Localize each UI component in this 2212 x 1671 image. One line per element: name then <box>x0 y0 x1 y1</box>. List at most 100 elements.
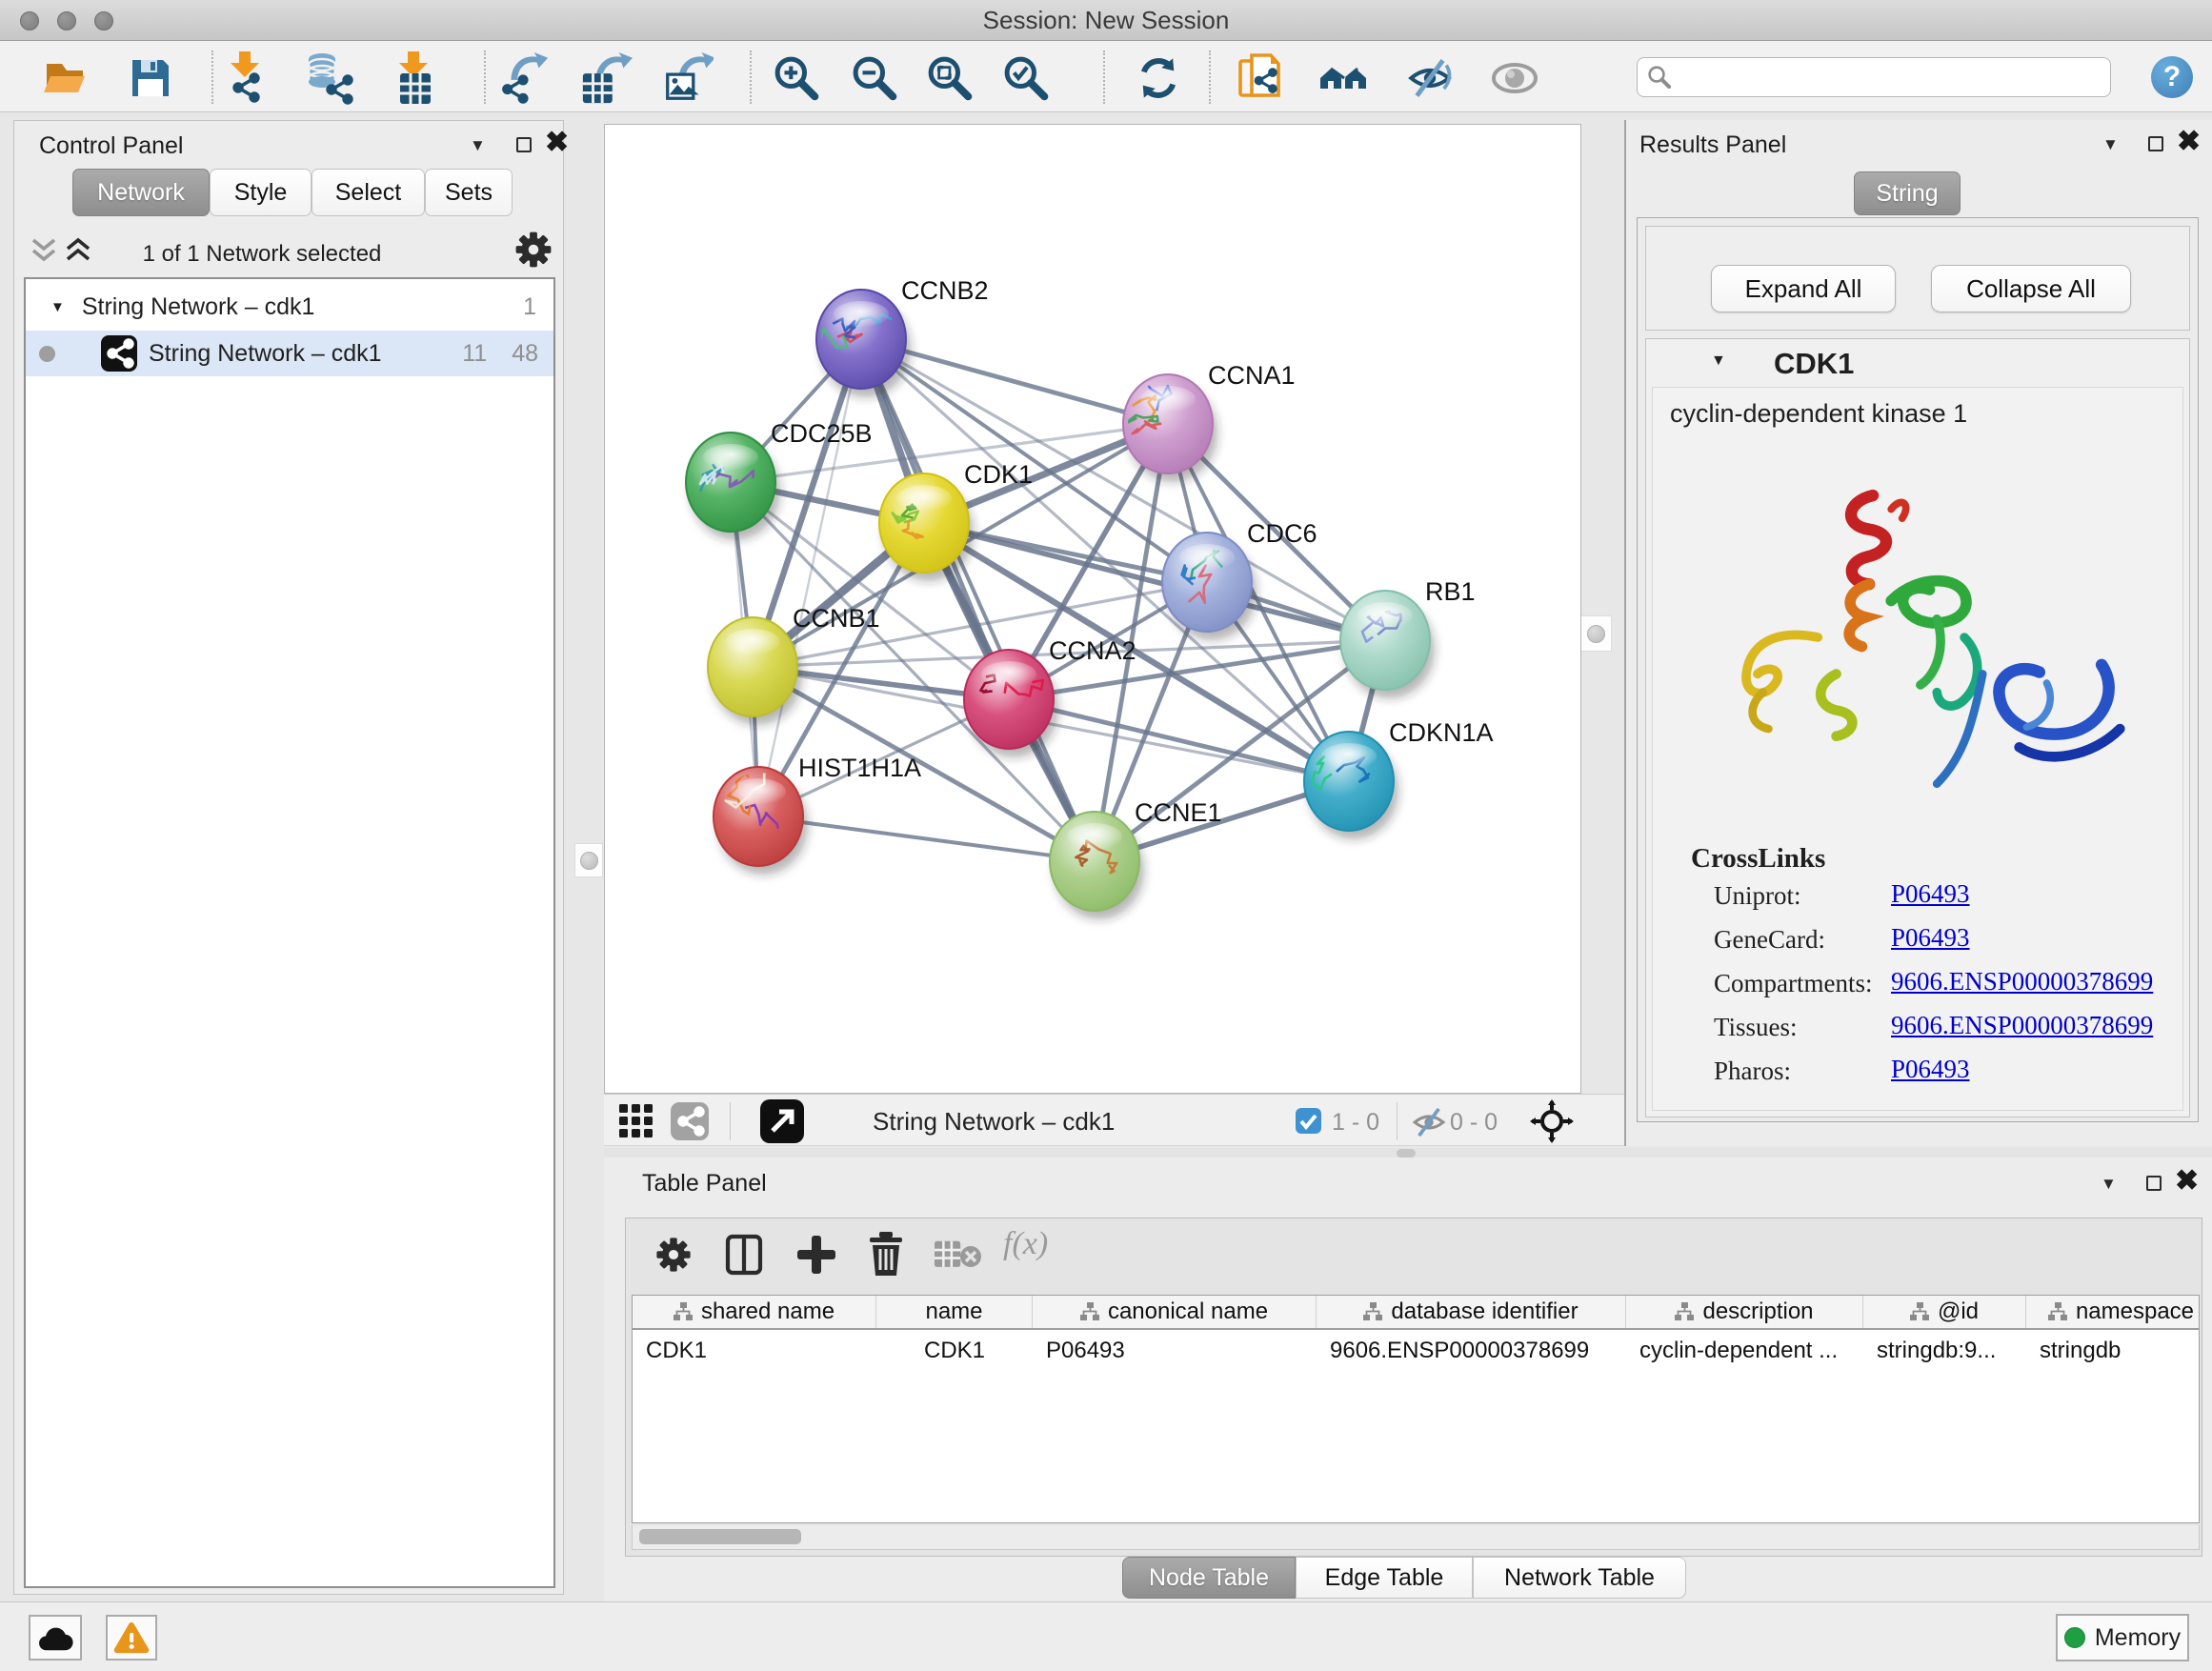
zoom-selected-button[interactable] <box>999 51 1053 105</box>
clone-network-button[interactable] <box>1235 51 1288 105</box>
help-button[interactable]: ? <box>2151 56 2193 98</box>
protein-structure-image[interactable] <box>1662 447 2175 828</box>
tab-edge-table[interactable]: Edge Table <box>1296 1557 1473 1599</box>
export-network-button[interactable] <box>498 51 552 105</box>
crosslink-tissues-link[interactable]: 9606.ENSP00000378699 <box>1891 1011 2153 1040</box>
results-panel-menu-arrow-icon[interactable]: ▼ <box>2102 135 2119 154</box>
results-panel-close-button[interactable]: ✖ <box>2177 131 2201 152</box>
zoom-out-button[interactable] <box>848 51 901 105</box>
collection-expand-arrow-icon[interactable]: ▼ <box>50 299 65 315</box>
table-options-gear-icon[interactable] <box>654 1236 693 1274</box>
network-collection-row[interactable]: ▼ String Network – cdk1 1 <box>26 285 553 329</box>
crosslink-compartments-link[interactable]: 9606.ENSP00000378699 <box>1891 967 2153 997</box>
tab-select[interactable]: Select <box>312 169 425 216</box>
expand-all-button[interactable]: Expand All <box>1711 265 1896 312</box>
birds-eye-view-button[interactable] <box>1530 1099 1574 1143</box>
open-session-button[interactable] <box>38 51 91 105</box>
close-traffic-light[interactable] <box>20 11 39 30</box>
export-table-button[interactable] <box>579 51 633 105</box>
control-panel-float-button[interactable] <box>516 137 532 152</box>
left-splitter-handle[interactable] <box>574 843 603 877</box>
search-field[interactable] <box>1637 57 2111 97</box>
table-cell[interactable]: P06493 <box>1033 1332 1317 1370</box>
minimize-traffic-light[interactable] <box>57 11 76 30</box>
table-panel-menu-arrow-icon[interactable]: ▼ <box>2101 1175 2117 1194</box>
column-header-description[interactable]: description <box>1626 1296 1863 1328</box>
network-edge[interactable] <box>758 816 1095 861</box>
export-image-button[interactable] <box>660 51 714 105</box>
control-panel-menu-arrow-icon[interactable]: ▼ <box>470 136 486 155</box>
network-node-cdkn1a[interactable] <box>1304 732 1398 839</box>
cloud-status-button[interactable] <box>29 1615 82 1661</box>
tab-sets[interactable]: Sets <box>425 169 513 216</box>
network-options-gear-icon[interactable] <box>513 230 553 270</box>
zoom-in-button[interactable] <box>770 51 823 105</box>
first-neighbors-button[interactable] <box>1318 51 1372 105</box>
add-column-button[interactable] <box>795 1234 837 1276</box>
crosslink-uniprot-link[interactable]: P06493 <box>1891 879 1970 909</box>
network-node-cdc25b[interactable] <box>686 433 780 540</box>
column-header-namespace[interactable]: namespace <box>2026 1296 2212 1328</box>
delete-column-button[interactable] <box>866 1232 906 1278</box>
tab-style[interactable]: Style <box>210 169 312 216</box>
right-splitter-handle[interactable] <box>1579 615 1612 652</box>
crosslink-pharos-link[interactable]: P06493 <box>1891 1055 1970 1084</box>
collapse-all-button[interactable]: Collapse All <box>1931 265 2131 312</box>
zoom-traffic-light[interactable] <box>94 11 113 30</box>
selected-nodes-checkbox-icon[interactable] <box>1296 1108 1321 1134</box>
scrollbar-thumb[interactable] <box>639 1529 801 1544</box>
tab-string[interactable]: String <box>1854 171 1961 215</box>
protein-expand-arrow-icon[interactable]: ▼ <box>1711 352 1726 370</box>
horizontal-splitter-handle[interactable] <box>1397 1149 1416 1158</box>
table-horizontal-scrollbar[interactable] <box>632 1525 2200 1550</box>
tab-network[interactable]: Network <box>72 169 210 216</box>
table-cell[interactable]: stringdb <box>2026 1332 2212 1370</box>
crosslink-genecard-link[interactable]: P06493 <box>1891 923 1970 953</box>
network-node-rb1[interactable] <box>1340 591 1435 698</box>
network-node-ccne1[interactable] <box>1050 812 1144 919</box>
table-cell[interactable]: cyclin-dependent ... <box>1626 1332 1863 1370</box>
network-edge[interactable] <box>861 339 1095 861</box>
hide-selected-button[interactable] <box>1403 51 1457 105</box>
search-input[interactable] <box>1672 64 2081 91</box>
memory-button[interactable]: Memory <box>2056 1614 2189 1661</box>
grid-view-button[interactable] <box>619 1104 654 1138</box>
network-node-hist1h1a[interactable] <box>714 767 808 875</box>
detach-view-button[interactable] <box>760 1099 804 1143</box>
zoom-fit-button[interactable] <box>923 51 976 105</box>
network-node-cdk1[interactable] <box>879 473 974 581</box>
tab-network-table[interactable]: Network Table <box>1473 1557 1686 1599</box>
column-header--id[interactable]: @id <box>1863 1296 2026 1328</box>
network-edge[interactable] <box>758 339 861 816</box>
column-header-canonical-name[interactable]: canonical name <box>1033 1296 1317 1328</box>
table-cell[interactable]: CDK1 <box>633 1332 876 1370</box>
warnings-button[interactable] <box>106 1615 157 1661</box>
column-header-database-identifier[interactable]: database identifier <box>1317 1296 1626 1328</box>
table-cell[interactable]: 9606.ENSP00000378699 <box>1317 1332 1626 1370</box>
results-panel-float-button[interactable] <box>2148 136 2163 151</box>
table-panel-close-button[interactable]: ✖ <box>2175 1171 2199 1192</box>
column-header-shared-name[interactable]: shared name <box>633 1296 876 1328</box>
table-panel-float-button[interactable] <box>2146 1176 2162 1191</box>
table-header-row[interactable]: shared namenamecanonical namedatabase id… <box>633 1296 2199 1330</box>
show-columns-button[interactable] <box>725 1234 763 1276</box>
table-cell[interactable]: stringdb:9... <box>1863 1332 2026 1370</box>
network-node-ccnb2[interactable] <box>811 290 911 397</box>
refresh-view-button[interactable] <box>1132 51 1185 105</box>
table-row[interactable]: CDK1CDK1P064939606.ENSP00000378699cyclin… <box>633 1332 2199 1370</box>
control-panel-close-button[interactable]: ✖ <box>545 132 569 153</box>
network-node-ccna1[interactable] <box>1123 373 1217 482</box>
import-network-file-button[interactable] <box>219 51 272 105</box>
save-session-button[interactable] <box>124 51 177 105</box>
show-all-button[interactable] <box>1488 51 1541 105</box>
import-network-database-button[interactable] <box>301 51 354 105</box>
import-table-file-button[interactable] <box>389 51 442 105</box>
tab-node-table[interactable]: Node Table <box>1122 1557 1296 1599</box>
network-canvas[interactable]: CCNB2CCNA1CDC25BCDK1CDC6RB1CCNB1CCNA2CDK… <box>604 124 1581 1094</box>
network-overview-button[interactable] <box>671 1102 709 1140</box>
function-builder-button[interactable]: f(x) <box>1003 1226 1048 1262</box>
table-cell[interactable]: CDK1 <box>876 1332 1033 1370</box>
column-header-name[interactable]: name <box>876 1296 1033 1328</box>
network-row-selected[interactable]: String Network – cdk1 11 48 <box>26 331 553 376</box>
delete-table-button[interactable] <box>935 1239 984 1270</box>
